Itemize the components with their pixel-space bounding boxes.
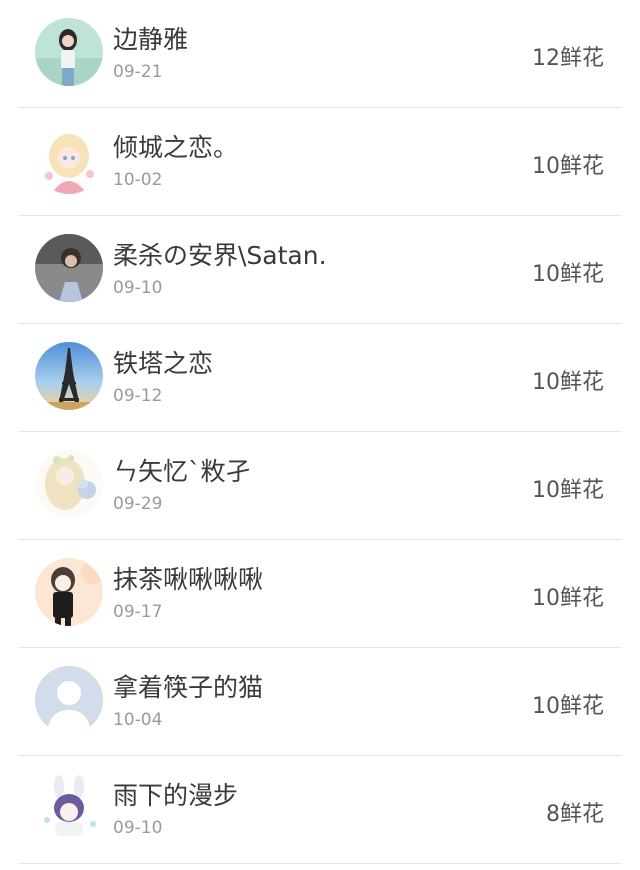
user-name: 拿着筷子的猫	[113, 673, 264, 702]
flower-count: 10鲜花	[532, 262, 604, 287]
user-name: ㄣ矢忆`敉孑	[113, 457, 251, 486]
list-item[interactable]: 倾城之恋。 10-02 10鲜花	[0, 108, 640, 216]
anime-girl-flowers-avatar[interactable]	[35, 450, 103, 518]
list-item[interactable]: 雨下的漫步 09-10 8鲜花	[0, 756, 640, 864]
divider	[18, 863, 622, 864]
flower-count: 8鲜花	[546, 802, 604, 827]
girl-photo-avatar[interactable]	[35, 18, 103, 86]
user-name: 雨下的漫步	[113, 781, 239, 810]
user-name: 铁塔之恋	[113, 349, 214, 378]
list-item[interactable]: 铁塔之恋 09-12 10鲜花	[0, 324, 640, 432]
gift-date: 09-29	[113, 494, 163, 514]
user-name: 边静雅	[113, 25, 189, 54]
flower-count: 10鲜花	[532, 370, 604, 395]
flower-count: 10鲜花	[532, 154, 604, 179]
gift-date: 09-10	[113, 818, 163, 838]
gift-date: 09-12	[113, 386, 163, 406]
bunny-ears-avatar[interactable]	[35, 774, 103, 842]
flower-count: 10鲜花	[532, 478, 604, 503]
list-item[interactable]: ㄣ矢忆`敉孑 09-29 10鲜花	[0, 432, 640, 540]
gift-date: 10-04	[113, 710, 163, 730]
person-photo-avatar[interactable]	[35, 234, 103, 302]
flower-count: 10鲜花	[532, 586, 604, 611]
anime-girl-pink-avatar[interactable]	[35, 126, 103, 194]
anime-girl-dark-hair-avatar[interactable]	[35, 558, 103, 626]
user-name: 倾城之恋。	[113, 133, 239, 162]
list-item[interactable]: 边静雅 09-21 12鲜花	[0, 0, 640, 108]
gift-date: 09-17	[113, 602, 163, 622]
eiffel-tower-avatar[interactable]	[35, 342, 103, 410]
list-item[interactable]: 抹茶啾啾啾啾 09-17 10鲜花	[0, 540, 640, 648]
default-user-avatar[interactable]	[35, 666, 103, 734]
user-name: 柔杀の安界\Satan.	[113, 241, 327, 270]
flower-count: 10鲜花	[532, 694, 604, 719]
flower-count: 12鲜花	[532, 46, 604, 71]
list-item[interactable]: 柔杀の安界\Satan. 09-10 10鲜花	[0, 216, 640, 324]
gift-date: 09-10	[113, 278, 163, 298]
gift-ranking-list: 边静雅 09-21 12鲜花 倾城之恋。 10-02 10鲜花 柔杀の安界\Sa…	[0, 0, 640, 864]
gift-date: 09-21	[113, 62, 163, 82]
user-name: 抹茶啾啾啾啾	[113, 565, 264, 594]
list-item[interactable]: 拿着筷子的猫 10-04 10鲜花	[0, 648, 640, 756]
gift-date: 10-02	[113, 170, 163, 190]
